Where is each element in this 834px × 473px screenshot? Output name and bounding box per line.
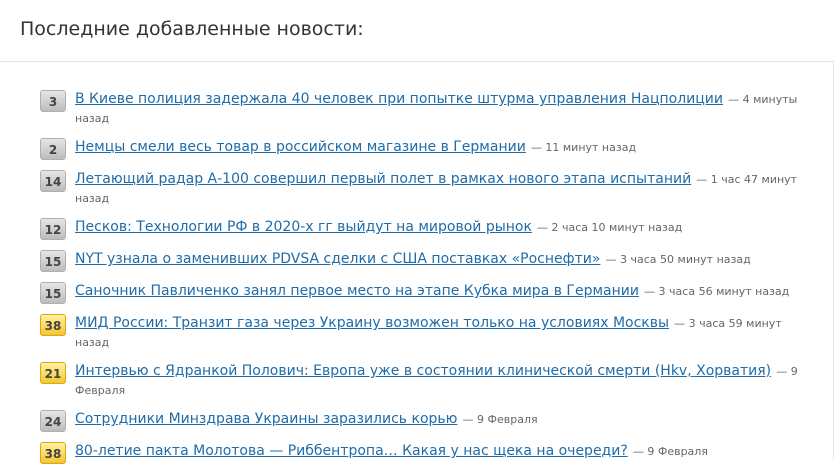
view-count-badge: 3 (40, 90, 66, 112)
news-item: 3 В Киеве полиция задержала 40 человек п… (40, 89, 800, 127)
news-list: 3 В Киеве полиция задержала 40 человек п… (40, 89, 800, 473)
news-item: 15 Саночник Павличенко занял первое мест… (40, 281, 800, 304)
news-item: 38 МИД России: Транзит газа через Украин… (40, 313, 800, 351)
news-item: 12 Песков: Технологии РФ в 2020-х гг вый… (40, 217, 800, 240)
news-item: 21 Интервью с Ядранкой Полович: Европа у… (40, 361, 800, 399)
news-link[interactable]: Песков: Технологии РФ в 2020-х гг выйдут… (75, 219, 532, 235)
view-count-badge: 21 (40, 362, 66, 384)
header: Последние добавленные новости: (0, 0, 834, 62)
view-count-badge: 15 (40, 250, 66, 272)
news-link[interactable]: Немцы смели весь товар в российском мага… (75, 139, 526, 155)
news-link[interactable]: Сотрудники Минздрава Украины заразились … (75, 411, 457, 427)
news-link[interactable]: NYT узнала о заменивших PDVSA сделки с С… (75, 251, 600, 267)
news-link[interactable]: Саночник Павличенко занял первое место н… (75, 283, 639, 299)
news-link[interactable]: В Киеве полиция задержала 40 человек при… (75, 91, 723, 107)
news-link[interactable]: Интервью с Ядранкой Полович: Европа уже … (75, 363, 771, 379)
news-time: — 2 часа 10 минут назад (537, 221, 683, 234)
news-link[interactable]: 80-летие пакта Молотова — Риббентропа… К… (75, 443, 628, 459)
view-count-badge: 14 (40, 170, 66, 192)
view-count-badge: 2 (40, 138, 66, 160)
view-count-badge: 12 (40, 218, 66, 240)
news-time: — 9 Февраля (462, 413, 538, 426)
news-item: 24 Сотрудники Минздрава Украины заразили… (40, 409, 800, 432)
news-time: — 3 часа 56 минут назад (644, 285, 790, 298)
news-item: 2 Немцы смели весь товар в российском ма… (40, 137, 800, 160)
view-count-badge: 38 (40, 442, 66, 464)
view-count-badge: 38 (40, 314, 66, 336)
news-item: 38 80-летие пакта Молотова — Риббентропа… (40, 441, 800, 464)
news-link[interactable]: МИД России: Транзит газа через Украину в… (75, 315, 669, 331)
news-item: 15 NYT узнала о заменивших PDVSA сделки … (40, 249, 800, 272)
view-count-badge: 24 (40, 410, 66, 432)
news-link[interactable]: Летающий радар А-100 совершил первый пол… (75, 171, 691, 187)
news-item: 14 Летающий радар А-100 совершил первый … (40, 169, 800, 207)
news-time: — 3 часа 50 минут назад (605, 253, 751, 266)
page-title: Последние добавленные новости: (20, 18, 364, 40)
view-count-badge: 15 (40, 282, 66, 304)
news-time: — 11 минут назад (530, 141, 637, 154)
news-time: — 9 Февраля (632, 445, 708, 458)
